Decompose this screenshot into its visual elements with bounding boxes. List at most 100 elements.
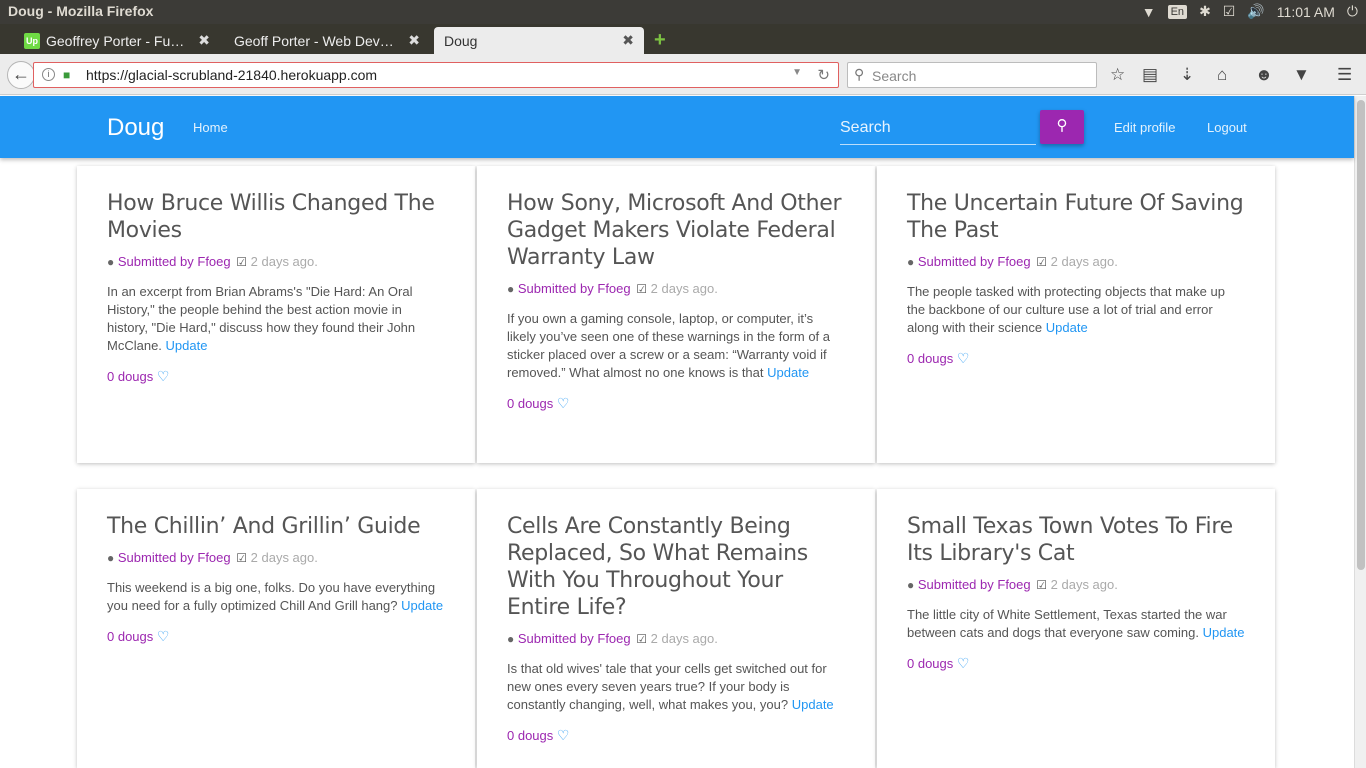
browser-nav-bar: ← i ■ https://glacial-scrubland-21840.he… [0, 54, 1366, 95]
author-link[interactable]: Ffoeg [997, 254, 1030, 269]
menu-icon[interactable]: ☰ [1337, 65, 1352, 85]
post-card: How Bruce Willis Changed The Movies ● Su… [77, 166, 475, 463]
calendar-icon: ☑ [1036, 578, 1048, 592]
new-tab-plus-icon[interactable]: + [654, 29, 666, 52]
info-icon[interactable]: i [42, 68, 55, 81]
bookmark-star-icon[interactable]: ☆ [1110, 65, 1125, 85]
close-tab-icon[interactable]: ✖ [408, 32, 420, 49]
heart-icon[interactable]: ♡ [557, 395, 570, 411]
submitted-by-label: Submitted by [517, 281, 594, 296]
post-title[interactable]: How Bruce Willis Changed The Movies [107, 190, 445, 244]
post-description: If you own a gaming console, laptop, or … [507, 310, 845, 382]
dougs-count[interactable]: 0 dougs ♡ [107, 368, 445, 385]
post-title[interactable]: Cells Are Constantly Being Replaced, So … [507, 513, 845, 621]
post-description-text: In an excerpt from Brian Abrams's "Die H… [107, 284, 416, 353]
pocket-icon[interactable]: ▼ [1293, 65, 1310, 85]
post-description-text: Is that old wives' tale that your cells … [507, 661, 827, 712]
system-tray: ▼ En ✱ ☑ 🔊 11:01 AM ⏻ [1142, 3, 1358, 20]
close-tab-icon[interactable]: ✖ [198, 32, 210, 49]
post-description-text: The little city of White Settlement, Tex… [907, 607, 1227, 640]
author-link[interactable]: Ffoeg [197, 254, 230, 269]
keyboard-layout-indicator[interactable]: En [1167, 4, 1188, 19]
home-icon[interactable]: ⌂ [1217, 65, 1227, 85]
dougs-count-label: 0 dougs [107, 629, 154, 644]
post-meta: ● Submitted by Ffoeg ☑ 2 days ago. [107, 550, 445, 565]
post-title[interactable]: Small Texas Town Votes To Fire Its Libra… [907, 513, 1245, 567]
heart-icon[interactable]: ♡ [157, 368, 170, 384]
site-header: Doug Home Search ⚲ Edit profile Logout [0, 96, 1354, 158]
heart-icon[interactable]: ♡ [557, 727, 570, 743]
dougs-count[interactable]: 0 dougs ♡ [907, 350, 1245, 367]
post-meta: ● Submitted by Ffoeg ☑ 2 days ago. [507, 631, 845, 646]
bluetooth-icon[interactable]: ✱ [1199, 3, 1211, 20]
post-card: How Sony, Microsoft And Other Gadget Mak… [477, 166, 875, 463]
post-description: The little city of White Settlement, Tex… [907, 606, 1245, 642]
close-tab-icon[interactable]: ✖ [622, 32, 634, 49]
post-title[interactable]: How Sony, Microsoft And Other Gadget Mak… [507, 190, 845, 271]
post-time: 2 days ago. [1050, 254, 1118, 269]
post-description: Is that old wives' tale that your cells … [507, 660, 845, 714]
post-title[interactable]: The Uncertain Future Of Saving The Past [907, 190, 1245, 244]
calendar-icon: ☑ [636, 632, 648, 646]
post-time: 2 days ago. [650, 281, 718, 296]
search-placeholder: Search [872, 68, 917, 84]
update-link[interactable]: Update [166, 338, 208, 353]
update-link[interactable]: Update [1203, 625, 1245, 640]
author-link[interactable]: Ffoeg [197, 550, 230, 565]
update-link[interactable]: Update [401, 598, 443, 613]
reading-list-icon[interactable]: ▤ [1142, 65, 1158, 85]
post-card: Cells Are Constantly Being Replaced, So … [477, 489, 875, 768]
post-card: The Uncertain Future Of Saving The Past … [877, 166, 1275, 463]
heart-icon[interactable]: ♡ [957, 655, 970, 671]
update-link[interactable]: Update [767, 365, 809, 380]
dougs-count[interactable]: 0 dougs ♡ [507, 727, 845, 744]
search-button[interactable]: ⚲ [1040, 110, 1084, 144]
post-card: The Chillin’ And Grillin’ Guide ● Submit… [77, 489, 475, 768]
post-time: 2 days ago. [1050, 577, 1118, 592]
calendar-icon: ☑ [636, 282, 648, 296]
wifi-icon[interactable]: ▼ [1142, 4, 1156, 20]
dougs-count[interactable]: 0 dougs ♡ [907, 655, 1245, 672]
heart-icon[interactable]: ♡ [157, 628, 170, 644]
back-arrow-icon[interactable]: ← [7, 61, 35, 89]
browser-tab-strip: Up Geoffrey Porter - Fu… ✖ Geoff Porter -… [0, 24, 1366, 54]
browser-tab-2[interactable]: Geoff Porter - Web Dev… ✖ [224, 27, 430, 54]
user-icon: ● [507, 282, 515, 296]
author-link[interactable]: Ffoeg [597, 281, 630, 296]
site-search-input[interactable]: Search [840, 113, 1036, 145]
update-check-icon[interactable]: ☑ [1223, 3, 1236, 20]
brand-logo[interactable]: Doug [107, 114, 164, 142]
submitted-by-label: Submitted by [117, 550, 194, 565]
lock-icon[interactable]: ■ [63, 68, 70, 82]
post-time: 2 days ago. [250, 254, 318, 269]
smiley-icon[interactable]: ☻ [1255, 65, 1273, 85]
heart-icon[interactable]: ♡ [957, 350, 970, 366]
dougs-count[interactable]: 0 dougs ♡ [507, 395, 845, 412]
dougs-count[interactable]: 0 dougs ♡ [107, 628, 445, 645]
nav-home-link[interactable]: Home [193, 120, 228, 135]
reload-icon[interactable]: ↻ [817, 66, 830, 84]
update-link[interactable]: Update [792, 697, 834, 712]
page-scrollbar[interactable] [1354, 96, 1366, 768]
scrollbar-thumb[interactable] [1357, 100, 1365, 570]
author-link[interactable]: Ffoeg [997, 577, 1030, 592]
browser-tab-active[interactable]: Doug ✖ [434, 27, 644, 54]
author-link[interactable]: Ffoeg [597, 631, 630, 646]
address-bar[interactable]: i ■ https://glacial-scrubland-21840.hero… [33, 62, 839, 88]
post-title[interactable]: The Chillin’ And Grillin’ Guide [107, 513, 445, 540]
dougs-count-label: 0 dougs [507, 728, 554, 743]
browser-search-input[interactable]: ⚲ Search [847, 62, 1097, 88]
logout-link[interactable]: Logout [1207, 120, 1247, 135]
dropdown-arrow-icon[interactable]: ▼ [792, 67, 802, 78]
post-meta: ● Submitted by Ffoeg ☑ 2 days ago. [907, 254, 1245, 269]
user-icon: ● [507, 632, 515, 646]
update-link[interactable]: Update [1046, 320, 1088, 335]
downloads-icon[interactable]: ⇣ [1180, 65, 1194, 85]
power-icon[interactable]: ⏻ [1347, 3, 1358, 20]
url-text[interactable]: https://glacial-scrubland-21840.herokuap… [86, 67, 377, 83]
volume-icon[interactable]: 🔊 [1247, 3, 1264, 20]
clock[interactable]: 11:01 AM [1277, 4, 1335, 20]
browser-tab-1[interactable]: Up Geoffrey Porter - Fu… ✖ [14, 27, 220, 54]
dougs-count-label: 0 dougs [107, 369, 154, 384]
edit-profile-link[interactable]: Edit profile [1114, 120, 1175, 135]
